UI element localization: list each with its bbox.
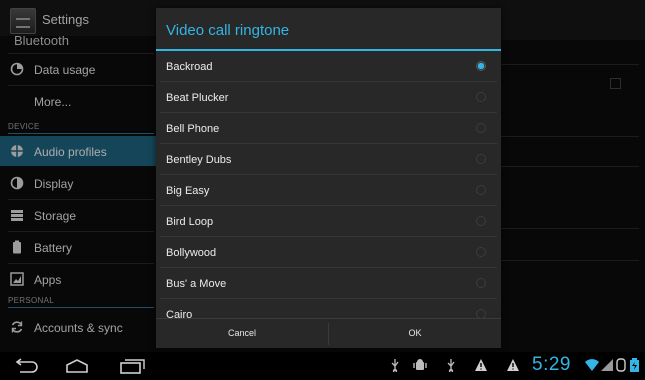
ringtone-option[interactable]: Bollywood <box>156 237 501 268</box>
home-icon[interactable] <box>62 358 92 374</box>
radio-button[interactable] <box>476 216 486 226</box>
radio-button[interactable] <box>476 92 486 102</box>
dialog-title: Video call ringtone <box>166 22 290 39</box>
cancel-button[interactable]: Cancel <box>156 319 328 348</box>
wifi-icon <box>585 358 599 372</box>
radio-button-selected[interactable] <box>476 61 486 71</box>
system-bar: 5:29 <box>0 352 645 380</box>
ringtone-option[interactable]: Bell Phone <box>156 113 501 144</box>
radio-button[interactable] <box>476 185 486 195</box>
ringtone-name: Backroad <box>166 61 213 73</box>
ringtone-name: Bell Phone <box>166 123 220 135</box>
recent-apps-icon[interactable] <box>116 358 146 374</box>
ringtone-option[interactable]: Cairo <box>156 299 501 318</box>
ringtone-option[interactable]: Bird Loop <box>156 206 501 237</box>
usb-icon <box>388 358 402 374</box>
ok-button[interactable]: OK <box>329 319 501 348</box>
ringtone-option[interactable]: Bentley Dubs <box>156 144 501 175</box>
status-clock: 5:29 <box>532 354 571 375</box>
usb-icon <box>444 358 458 374</box>
phone-status-icon <box>615 358 629 372</box>
radio-button[interactable] <box>476 309 486 318</box>
ringtone-option[interactable]: Backroad <box>156 51 501 82</box>
android-debug-icon <box>413 358 427 372</box>
ringtone-name: Bollywood <box>166 247 217 259</box>
ringtone-name: Cairo <box>166 309 193 318</box>
radio-button[interactable] <box>476 154 486 164</box>
ringtone-name: Bird Loop <box>166 216 214 228</box>
ringtone-name: Bentley Dubs <box>166 154 232 166</box>
ringtone-option[interactable]: Big Easy <box>156 175 501 206</box>
ringtone-name: Bus' a Move <box>166 278 227 290</box>
radio-button[interactable] <box>476 278 486 288</box>
signal-icon <box>600 358 614 372</box>
ringtone-name: Beat Plucker <box>166 92 229 104</box>
settings-screen: Settings Bluetooth Data usage More... DE… <box>0 0 645 380</box>
warning-icon <box>474 358 488 372</box>
dialog-button-bar: Cancel OK <box>156 318 501 348</box>
radio-button[interactable] <box>476 123 486 133</box>
back-icon[interactable] <box>12 358 42 374</box>
radio-button[interactable] <box>476 247 486 257</box>
ringtone-option[interactable]: Bus' a Move <box>156 268 501 299</box>
ringtone-list[interactable]: Backroad Beat Plucker Bell Phone Bentley… <box>156 51 501 318</box>
battery-icon <box>628 358 642 372</box>
ringtone-dialog: Video call ringtone Backroad Beat Plucke… <box>156 8 501 348</box>
warning-icon <box>506 358 520 372</box>
ringtone-option[interactable]: Beat Plucker <box>156 82 501 113</box>
ringtone-name: Big Easy <box>166 185 210 197</box>
